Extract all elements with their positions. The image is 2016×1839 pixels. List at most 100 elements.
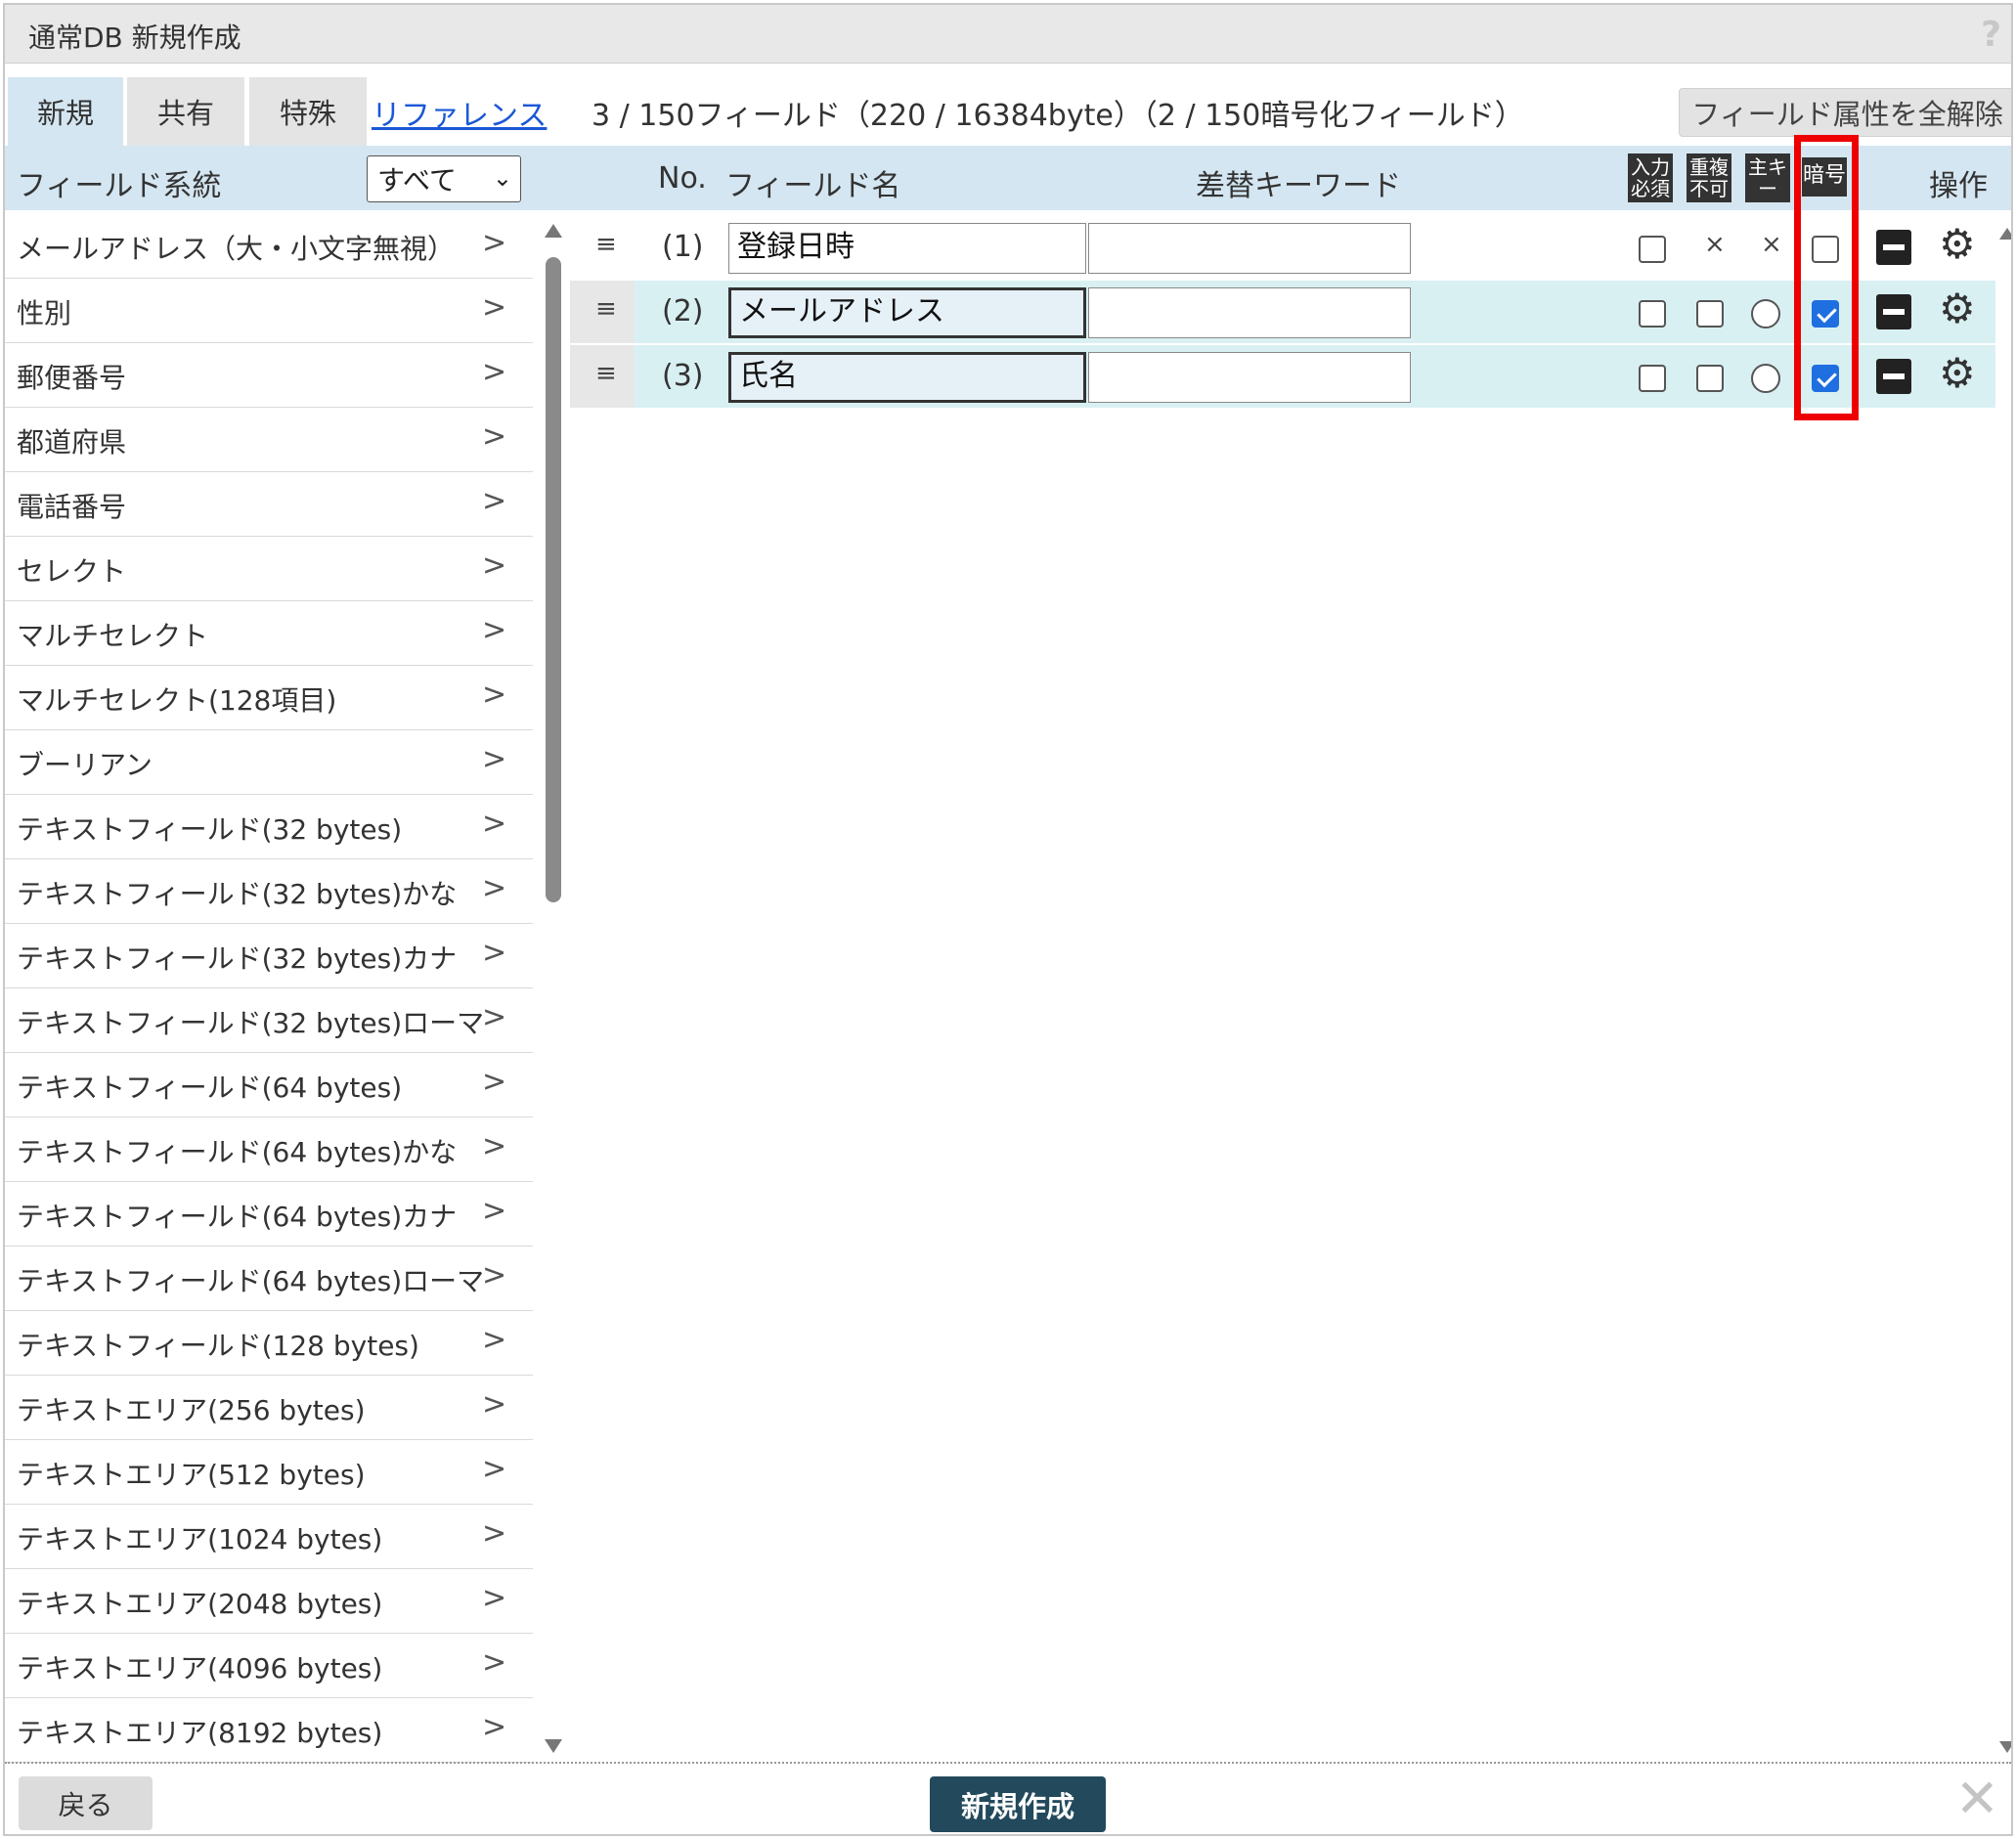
list-item[interactable]: テキストエリア(512 bytes) > [5,1440,533,1505]
back-button[interactable]: 戻る [19,1776,153,1830]
list-item[interactable]: メールアドレス（大・小文字無視） > [5,214,533,279]
unique-checkbox[interactable] [1696,300,1724,328]
list-item[interactable]: ブーリアン > [5,730,533,795]
field-name-input[interactable]: メールアドレス [728,287,1086,338]
scroll-up-arrow-icon[interactable] [1999,228,2011,240]
chevron-right-icon: > [482,1000,507,1034]
list-item[interactable]: テキストエリア(1024 bytes) > [5,1505,533,1569]
chevron-right-icon: > [482,1581,507,1615]
unique-checkbox[interactable] [1696,365,1724,392]
field-type-scrollbar[interactable] [541,214,566,1764]
list-item[interactable]: 都道府県 > [5,408,533,472]
list-item[interactable]: テキストフィールド(32 bytes)ローマ > [5,988,533,1053]
drag-handle[interactable]: ≡ [570,281,635,343]
list-item[interactable]: 郵便番号 > [5,343,533,408]
gear-icon[interactable]: ⚙ [1939,288,1976,329]
required-checkbox[interactable] [1639,300,1666,328]
list-item[interactable]: テキストフィールド(64 bytes)カナ > [5,1182,533,1247]
create-button[interactable]: 新規作成 [930,1776,1106,1832]
create-db-dialog: 通常DB 新規作成 ? 新規 共有 特殊 リファレンス 3 / 150フィールド… [3,3,2013,1836]
column-unique: 重複不可 [1687,153,1731,202]
list-item[interactable]: セレクト > [5,537,533,601]
list-item-label: テキストフィールド(32 bytes)カナ [17,942,458,975]
list-item[interactable]: マルチセレクト > [5,601,533,666]
list-item[interactable]: 電話番号 > [5,472,533,537]
list-item-label: マルチセレクト(128項目) [17,684,337,717]
gear-icon[interactable]: ⚙ [1939,353,1976,394]
chevron-right-icon: > [482,484,507,518]
list-item[interactable]: テキストエリア(8192 bytes) > [5,1698,533,1763]
list-item[interactable]: テキストフィールド(32 bytes)カナ > [5,924,533,988]
list-item[interactable]: マルチセレクト(128項目) > [5,666,533,730]
list-item-label: テキストエリア(1024 bytes) [17,1523,383,1555]
chevron-right-icon: > [482,355,507,389]
list-item[interactable]: テキストフィールド(64 bytes)ローマ > [5,1247,533,1311]
dialog-title: 通常DB 新規作成 [28,22,241,54]
tab-new[interactable]: 新規 [8,77,123,146]
primary-key-radio[interactable] [1751,299,1780,328]
list-item[interactable]: テキストエリア(4096 bytes) > [5,1634,533,1698]
list-item[interactable]: テキストフィールド(32 bytes) > [5,795,533,859]
chevron-right-icon: > [482,419,507,454]
list-item-label: テキストフィールド(64 bytes)ローマ [17,1265,485,1297]
scroll-down-arrow-icon[interactable] [545,1739,562,1753]
list-item-label: テキストエリア(4096 bytes) [17,1652,383,1685]
remove-field-button[interactable] [1876,359,1911,394]
close-icon[interactable]: ✕ [1955,1773,1999,1825]
list-item-label: テキストフィールド(64 bytes)かな [17,1136,458,1168]
unique-not-available: × [1704,230,1726,259]
list-item-label: テキストエリア(256 bytes) [17,1394,366,1426]
field-count-status: 3 / 150フィールド（220 / 16384byte）（2 / 150暗号化… [592,99,1524,133]
row-number: (2) [662,294,704,328]
keyword-input[interactable] [1088,352,1411,403]
list-item[interactable]: 性別 > [5,279,533,343]
required-checkbox[interactable] [1639,365,1666,392]
field-name-input[interactable]: 氏名 [728,352,1086,403]
chevron-right-icon: > [482,1129,507,1163]
field-name-input[interactable]: 登録日時 [728,223,1086,274]
list-item[interactable]: テキストエリア(2048 bytes) > [5,1569,533,1634]
tab-shared[interactable]: 共有 [127,77,244,146]
list-item[interactable]: テキストフィールド(128 bytes) > [5,1311,533,1376]
reference-link[interactable]: リファレンス [372,91,547,134]
keyword-input[interactable] [1088,223,1411,274]
tab-special[interactable]: 特殊 [249,77,367,146]
list-item[interactable]: テキストエリア(256 bytes) > [5,1376,533,1440]
scroll-up-arrow-icon[interactable] [545,224,562,238]
chevron-right-icon: > [482,871,507,905]
column-operations: 操作 [1929,169,1988,203]
gear-icon[interactable]: ⚙ [1939,224,1976,265]
list-item[interactable]: テキストフィールド(64 bytes)かな > [5,1117,533,1182]
table-row: ≡ (3) 氏名 ⚙ [570,345,1995,408]
chevron-right-icon: > [482,1710,507,1744]
list-item-label: 性別 [17,297,72,329]
required-checkbox[interactable] [1639,236,1666,263]
chevron-right-icon: > [482,936,507,970]
field-category-select[interactable]: すべて ⌄ [367,155,521,202]
chevron-down-icon: ⌄ [492,164,512,192]
chevron-right-icon: > [482,742,507,776]
chevron-right-icon: > [482,1645,507,1680]
chevron-right-icon: > [482,226,507,260]
list-item-label: セレクト [17,555,127,588]
remove-field-button[interactable] [1876,294,1911,329]
keyword-input[interactable] [1088,287,1411,338]
primary-key-radio[interactable] [1751,364,1780,393]
remove-field-button[interactable] [1876,230,1911,265]
list-header: フィールド系統 すべて ⌄ No. フィールド名 差替キーワード 入力必須 重複… [5,146,2011,210]
chevron-right-icon: > [482,1387,507,1422]
list-item-label: ブーリアン [17,749,153,781]
help-icon[interactable]: ? [1981,15,2001,55]
table-row: ≡ (2) メールアドレス ⚙ [570,281,1995,343]
list-item-label: テキストフィールド(32 bytes)かな [17,878,458,910]
list-item[interactable]: テキストフィールド(64 bytes) > [5,1053,533,1117]
drag-handle[interactable]: ≡ [570,216,635,279]
chevron-right-icon: > [482,1323,507,1357]
scroll-down-arrow-icon[interactable] [1999,1741,2011,1753]
scroll-thumb[interactable] [546,257,561,902]
drag-handle[interactable]: ≡ [570,345,635,408]
list-item-label: テキストフィールド(64 bytes)カナ [17,1201,458,1233]
list-item-label: 電話番号 [17,491,127,523]
list-item[interactable]: テキストフィールド(32 bytes)かな > [5,859,533,924]
clear-field-attributes-button[interactable]: フィールド属性を全解除 [1679,88,2011,137]
